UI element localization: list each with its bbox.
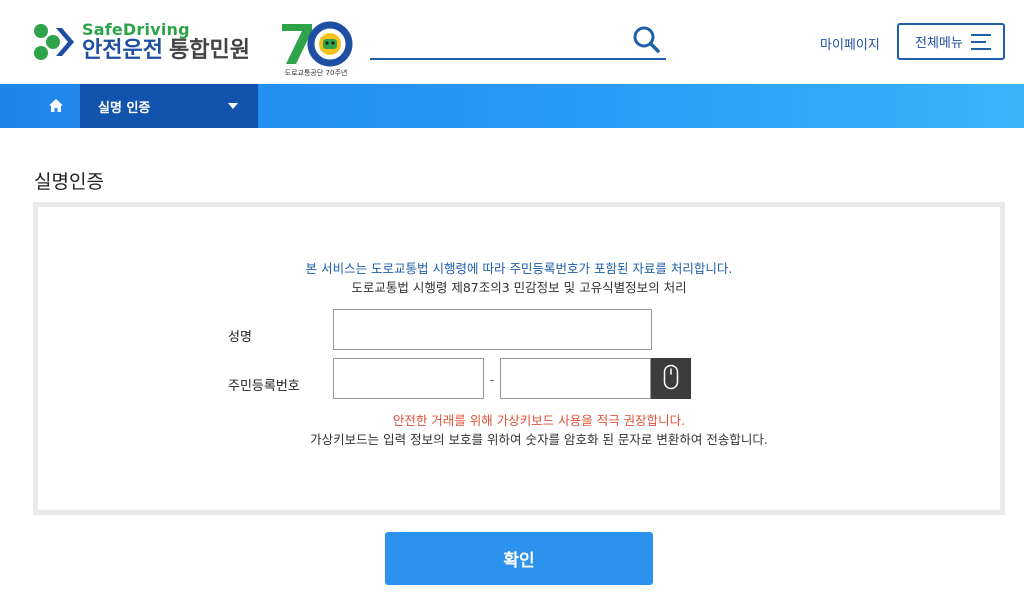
- search-button[interactable]: [632, 25, 666, 57]
- mouse-icon: [663, 364, 679, 394]
- logo-mark-icon: [32, 22, 76, 62]
- name-label: 성명: [228, 330, 252, 345]
- verification-form-box: 본 서비스는 도로교통법 시행령에 따라 주민등록번호가 포함된 자료를 처리합…: [33, 202, 1005, 515]
- resident-number-front-input[interactable]: [333, 358, 484, 399]
- resident-number-separator: -: [490, 373, 495, 387]
- notice-regulation-article: 도로교통법 시행령 제87조의3 민감정보 및 고유식별정보의 처리: [351, 280, 687, 295]
- resident-number-back-input[interactable]: [500, 358, 651, 399]
- home-icon: [49, 97, 63, 116]
- navigation-bar: 실명 인증: [0, 84, 1024, 128]
- resident-number-label: 주민등록번호: [228, 379, 300, 394]
- search-bar: [370, 24, 666, 60]
- name-input[interactable]: [333, 309, 652, 350]
- header: SafeDriving 안전운전 통합민원 도로교통공단 70주년 마이페이지 …: [0, 0, 1024, 84]
- breadcrumb-label: 실명 인증: [98, 100, 151, 116]
- hamburger-icon: [971, 34, 991, 50]
- chevron-down-icon: [228, 103, 238, 109]
- logo-english-text: SafeDriving: [82, 20, 190, 39]
- all-menu-button[interactable]: 전체메뉴: [897, 23, 1005, 60]
- search-icon: [632, 26, 662, 59]
- virtual-keyboard-description: 가상키보드는 입력 정보의 보호를 위하여 숫자를 암호화 된 문자로 변환하여…: [310, 432, 768, 447]
- anniversary-caption: 도로교통공단 70주년: [284, 69, 348, 77]
- virtual-keyboard-warning: 안전한 거래를 위해 가상키보드 사용을 적극 권장합니다.: [392, 413, 686, 428]
- page-title: 실명인증: [34, 171, 104, 193]
- home-button[interactable]: [32, 84, 80, 128]
- all-menu-label: 전체메뉴: [915, 36, 963, 51]
- confirm-button[interactable]: 확인: [385, 532, 653, 585]
- virtual-keyboard-button[interactable]: [651, 358, 691, 399]
- notice-legal-basis: 본 서비스는 도로교통법 시행령에 따라 주민등록번호가 포함된 자료를 처리합…: [305, 261, 733, 276]
- search-input[interactable]: [370, 24, 620, 56]
- mypage-link[interactable]: 마이페이지: [820, 34, 880, 53]
- site-logo[interactable]: SafeDriving 안전운전 통합민원: [32, 22, 250, 62]
- logo-korean-sub: 통합민원: [168, 38, 250, 63]
- breadcrumb-dropdown[interactable]: 실명 인증: [80, 84, 258, 128]
- logo-korean-main: 안전운전: [82, 38, 163, 63]
